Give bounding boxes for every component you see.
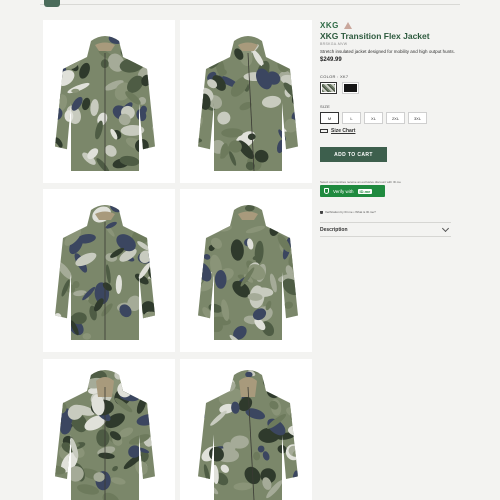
ruler-icon (320, 129, 328, 133)
brand-mark-icon (344, 22, 352, 29)
product-description: Stretch insulated jacket designed for mo… (320, 49, 455, 54)
size-option-xl[interactable]: XL (364, 112, 383, 124)
lock-icon (320, 210, 323, 214)
gallery-image-6[interactable] (180, 359, 312, 500)
size-option-2xl[interactable]: 2XL (386, 112, 405, 124)
chevron-down-icon (441, 224, 450, 233)
product-sku: BRSKGA-MVW (320, 42, 348, 46)
top-bar (0, 0, 500, 7)
gallery-image-2[interactable] (180, 20, 312, 183)
size-option-m[interactable]: M (320, 112, 339, 124)
size-option-3xl[interactable]: 3XL (408, 112, 427, 124)
idme-logo: ID.me (357, 188, 373, 194)
jacket-photo (198, 205, 298, 340)
description-accordion[interactable]: Description (320, 222, 451, 237)
shield-icon (324, 188, 329, 194)
gallery-image-5[interactable] (43, 359, 175, 500)
verify-idme-button[interactable]: Verify with ID.me (320, 185, 385, 197)
gallery-image-3[interactable] (43, 189, 175, 352)
gallery-image-1[interactable] (43, 20, 175, 183)
swatch-black[interactable] (342, 82, 359, 94)
jacket-photo (55, 370, 155, 500)
size-chart-link[interactable]: Size Chart (320, 128, 355, 134)
gallery-image-4[interactable] (180, 189, 312, 352)
verify-note: Select communities receive an exclusive … (320, 180, 401, 184)
jacket-photo (55, 36, 155, 171)
site-logo[interactable] (44, 0, 60, 7)
verified-by-text: Verification by ID.me • What is ID.me? (325, 210, 376, 214)
jacket-photo (55, 205, 155, 340)
size-option-l[interactable]: L (342, 112, 361, 124)
product-price: $249.99 (320, 57, 342, 63)
jacket-photo (198, 36, 298, 172)
swatch-xk7-camo[interactable] (320, 82, 337, 94)
verify-label: Verify with (333, 188, 354, 194)
black-swatch-icon (344, 84, 357, 92)
add-to-cart-button[interactable]: ADD TO CART (320, 147, 387, 162)
brand-logo: XKG (320, 21, 339, 30)
product-title: XKG Transition Flex Jacket (320, 31, 430, 41)
verified-by-line[interactable]: Verification by ID.me • What is ID.me? (320, 210, 376, 214)
color-label: COLOR : XK7 (320, 74, 349, 79)
size-label: SIZE (320, 104, 331, 109)
description-accordion-label: Description (320, 226, 348, 233)
size-chart-label: Size Chart (331, 128, 356, 134)
header-divider (40, 4, 460, 5)
camo-swatch-icon (322, 84, 335, 92)
jacket-photo (198, 370, 298, 500)
